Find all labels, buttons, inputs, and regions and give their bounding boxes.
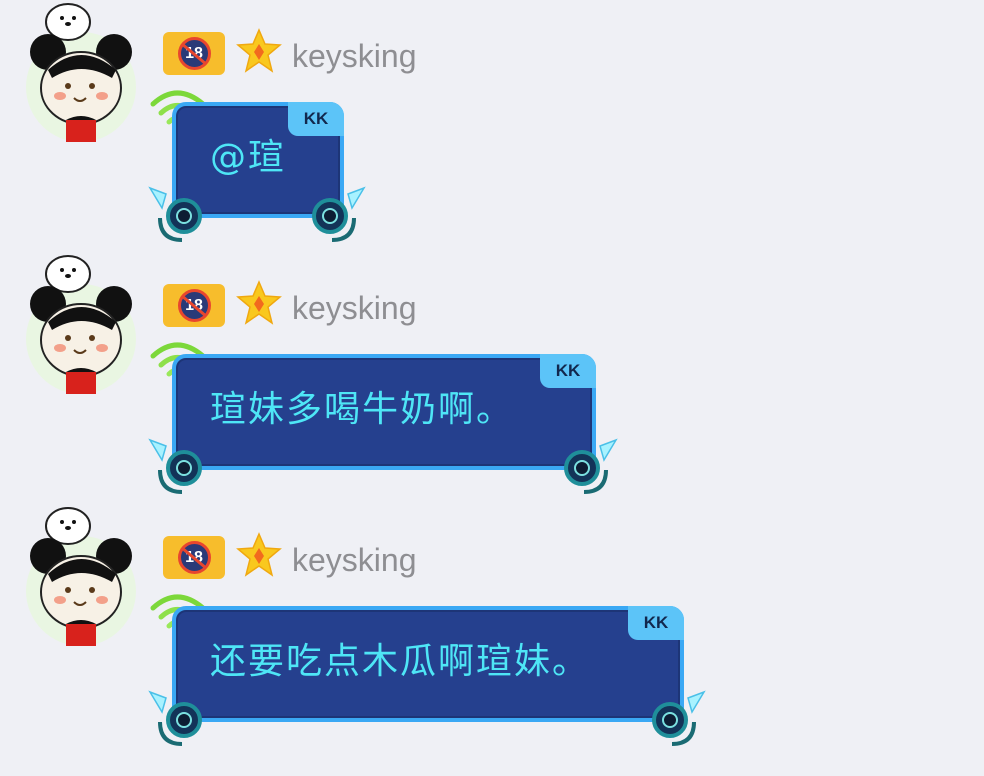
bubble-tag: KK [288, 102, 344, 136]
no-18-badge-icon: 18 [177, 289, 211, 322]
cartoon-mouse-avatar-icon [30, 255, 132, 394]
sender-name[interactable]: keysking [292, 540, 417, 580]
bubble-tag: KK [628, 606, 684, 640]
star-badge-icon [236, 280, 282, 325]
no-18-badge-icon: 18 [177, 541, 211, 574]
level-badge: 18 [163, 284, 225, 327]
message-text: 瑄妹多喝牛奶啊。 [210, 389, 515, 430]
sender-avatar[interactable] [26, 255, 136, 394]
no-18-badge-icon: 18 [177, 37, 211, 70]
cartoon-mouse-avatar-icon [30, 3, 132, 142]
message-bubble-wrap: KK 还要吃点木瓜啊瑄妹。 [144, 590, 710, 752]
bubble-tag: KK [540, 354, 596, 388]
sender-avatar[interactable] [26, 507, 136, 646]
chat-message: 18 keysking KK 瑄妹多喝牛奶啊。 [0, 252, 984, 504]
sender-avatar[interactable] [26, 3, 136, 142]
wheel-crystal-corner-icon [148, 186, 202, 242]
wheel-crystal-corner-icon [312, 186, 366, 242]
sender-name[interactable]: keysking [292, 36, 417, 76]
cartoon-mouse-avatar-icon [30, 507, 132, 646]
star-badge-icon [236, 28, 282, 73]
message-bubble-wrap: KK @瑄 [144, 86, 370, 248]
level-badge: 18 [163, 536, 225, 579]
wheel-crystal-corner-icon [652, 690, 706, 746]
message-bubble[interactable]: KK 瑄妹多喝牛奶啊。 [172, 354, 596, 470]
message-text: @瑄 [210, 137, 287, 178]
chat-message: 18 keysking KK @瑄 [0, 0, 984, 252]
message-bubble-wrap: KK 瑄妹多喝牛奶啊。 [144, 338, 622, 500]
wheel-crystal-corner-icon [148, 690, 202, 746]
wheel-crystal-corner-icon [148, 438, 202, 494]
message-bubble[interactable]: KK 还要吃点木瓜啊瑄妹。 [172, 606, 684, 722]
level-badge: 18 [163, 32, 225, 75]
message-text: 还要吃点木瓜啊瑄妹。 [210, 641, 591, 682]
wheel-crystal-corner-icon [564, 438, 618, 494]
sender-name[interactable]: keysking [292, 288, 417, 328]
star-badge-icon [236, 532, 282, 577]
chat-message: 18 keysking KK 还要吃点木瓜啊瑄妹。 [0, 504, 984, 756]
